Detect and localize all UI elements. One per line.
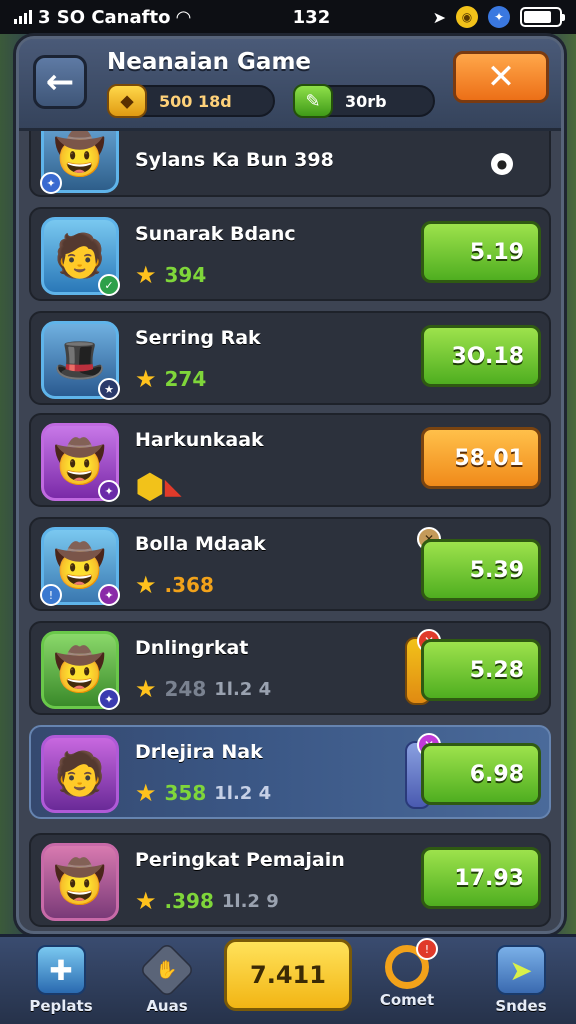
rank-badge-icon: ✦	[98, 584, 120, 606]
back-arrow-icon: ←	[45, 62, 75, 102]
puzzle-icon: ✚	[36, 945, 86, 995]
center-action-button[interactable]: 7.411	[224, 939, 352, 1011]
player-avatar: 🤠	[41, 843, 119, 921]
level-badge-icon: ★	[98, 378, 120, 400]
player-name: Peringkat Pemajain	[135, 849, 345, 871]
carrier-name: 3 SO Canafto	[38, 6, 171, 28]
gem-chest-icon: ⬢	[135, 467, 165, 507]
signal-icon	[14, 10, 32, 24]
player-name: Drlejira Nak	[135, 741, 263, 763]
player-extra: 1l.2 9	[221, 890, 279, 912]
status-bar: 3 SO Canafto ◠ 132 ➤ ◉ ✦	[0, 0, 576, 34]
list-item[interactable]: 🎩 ★ Serring Rak ★ 274 3O.18	[29, 311, 551, 405]
star-icon: ★	[135, 887, 157, 915]
player-name: Sylans Ka Bun 398	[135, 149, 334, 171]
player-avatar: 🎩 ★	[41, 321, 120, 400]
star-icon: ★	[135, 261, 157, 289]
player-score: .368	[164, 573, 214, 597]
player-avatar: 🧑	[41, 735, 119, 813]
list-item-highlighted[interactable]: 🧑 Drlejira Nak ★ 358 1l.2 4 ✕ 6.98	[29, 725, 551, 819]
level-badge-icon: ✦	[98, 480, 120, 502]
player-score: .398	[164, 889, 214, 913]
player-avatar: 🤠 ✦	[41, 423, 120, 502]
coin-amount: 500 18d	[159, 91, 232, 111]
gem-counter: ✎ 30rb	[293, 84, 435, 118]
list-item[interactable]: 🧑 ✓ Sunarak Bdanc ★ 394 5.19	[29, 207, 551, 301]
star-icon: ★	[135, 675, 157, 703]
close-button[interactable]: ✕	[453, 51, 549, 103]
nav-label: Auas	[146, 997, 188, 1015]
nav-label: Peplats	[29, 997, 93, 1015]
level-badge-icon: ✓	[98, 274, 120, 296]
value-button[interactable]: 58.01	[421, 427, 541, 489]
nav-label: Comet	[379, 991, 435, 1009]
coin-status-icon: ◉	[456, 6, 478, 28]
panel-header: ← Neanaian Game ⬥ 500 18d ✎ 30rb ✕	[19, 39, 561, 131]
value-button[interactable]: 5.39	[421, 539, 541, 601]
list-item[interactable]: 🤠 ✦ Dnlingrkat ★ 248 1l.2 4 ✕ 5.28	[29, 621, 551, 715]
star-icon: ★	[135, 779, 157, 807]
player-extra: 1l.2 4	[214, 782, 272, 804]
nav-item-comet[interactable]: ! Comet	[362, 938, 452, 1023]
player-avatar: 🤠 ✦	[41, 631, 120, 710]
page-title: Neanaian Game	[107, 49, 312, 75]
player-name: Dnlingrkat	[135, 637, 249, 659]
level-badge-icon: !	[40, 584, 62, 606]
list-item[interactable]: 🤠 ✦ Harkunkaak ⬢ ◣ 58.01	[29, 413, 551, 507]
gem-amount: 30rb	[345, 91, 387, 111]
bottom-nav-bar: ✚ Peplats ✋ Auas 7.411 ! Comet ➤ Sndes	[0, 934, 576, 1024]
app-status-icon: ✦	[488, 6, 510, 28]
player-list[interactable]: 🤠 ✦ Sylans Ka Bun 398 ● 🧑 ✓ Sunarak Bdan…	[29, 131, 551, 931]
list-item[interactable]: 🤠 ! ✦ Bolla Mdaak ★ .368 ✕ 5.39	[29, 517, 551, 611]
player-avatar: 🤠 ✦	[40, 131, 119, 194]
list-item[interactable]: 🤠 ✦ Sylans Ka Bun 398 ●	[29, 131, 551, 197]
star-icon: ★	[135, 365, 157, 393]
player-name: Bolla Mdaak	[135, 533, 266, 555]
level-badge-icon: ✦	[40, 172, 62, 194]
player-name: Sunarak Bdanc	[135, 223, 296, 245]
player-avatar: 🤠 ! ✦	[40, 527, 120, 606]
player-name: Serring Rak	[135, 327, 261, 349]
player-score: 394	[164, 263, 207, 287]
status-dot-icon: ●	[491, 153, 513, 175]
player-score: 358	[164, 781, 207, 805]
value-button[interactable]: 5.28	[421, 639, 541, 701]
back-button[interactable]: ←	[33, 55, 87, 109]
ring-icon: !	[385, 938, 438, 989]
nav-item-peplats[interactable]: ✚ Peplats	[16, 941, 106, 1023]
close-icon: ✕	[486, 57, 516, 97]
list-item[interactable]: 🤠 Peringkat Pemajain ★ .398 1l.2 9 17.93	[29, 833, 551, 927]
coin-counter: ⬥ 500 18d	[107, 84, 275, 118]
rank-badge-icon: ✦	[98, 688, 120, 710]
clock: 132	[292, 6, 331, 28]
location-icon: ➤	[432, 7, 446, 27]
nav-item-sndes[interactable]: ➤ Sndes	[476, 941, 566, 1023]
player-extra: 1l.2 4	[214, 678, 272, 700]
value-button[interactable]: 5.19	[421, 221, 541, 283]
value-button[interactable]: 3O.18	[421, 325, 541, 387]
green-gem-icon: ✎	[293, 84, 333, 118]
paper-plane-icon: ➤	[496, 945, 546, 995]
player-score: 248	[164, 677, 207, 701]
gold-coin-icon: ⬥	[107, 84, 147, 118]
wifi-icon: ◠	[176, 6, 191, 28]
diamond-icon: ✋	[138, 941, 196, 999]
value-button[interactable]: 6.98	[421, 743, 541, 805]
player-name: Harkunkaak	[135, 429, 264, 451]
player-score: 274	[164, 367, 207, 391]
nav-label: Sndes	[495, 997, 547, 1015]
star-icon: ★	[135, 571, 157, 599]
player-avatar: 🧑 ✓	[41, 217, 120, 296]
red-flag-icon: ◣	[164, 474, 182, 500]
battery-icon	[520, 7, 565, 27]
value-button[interactable]: 17.93	[421, 847, 541, 909]
notification-badge-icon: !	[416, 938, 438, 960]
nav-item-auas[interactable]: ✋ Auas	[122, 941, 212, 1023]
leaderboard-panel: ← Neanaian Game ⬥ 500 18d ✎ 30rb ✕ 🤠 ✦ S…	[16, 36, 564, 934]
